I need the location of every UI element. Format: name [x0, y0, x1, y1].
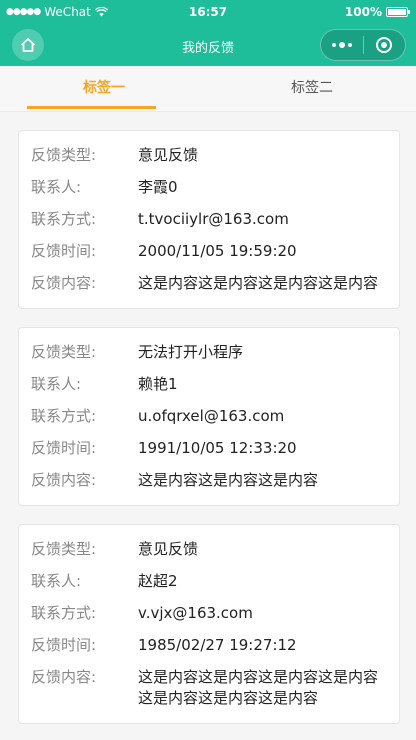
- feedback-card[interactable]: 反馈类型: 意见反馈 联系人: 李霞0 联系方式: t.tvociiylr@16…: [18, 130, 400, 309]
- feedback-card[interactable]: 反馈类型: 意见反馈 联系人: 赵超2 联系方式: v.vjx@163.com …: [18, 524, 400, 724]
- nav-bar: 我的反馈: [0, 26, 416, 66]
- time-row: 反馈时间: 1985/02/27 19:27:12: [31, 635, 387, 656]
- contact-label: 联系人:: [31, 375, 82, 393]
- content-row: 反馈内容: 这是内容这是内容这是内容这是内容这是内容这是内容这是内容: [31, 667, 387, 709]
- tab-label: 标签二: [291, 80, 333, 96]
- content-row: 反馈内容: 这是内容这是内容这是内容这是内容: [31, 273, 387, 294]
- battery-icon: [386, 7, 410, 17]
- time-value: 1991/10/05 12:33:20: [138, 439, 297, 457]
- target-icon: [376, 37, 393, 53]
- method-label: 联系方式:: [31, 210, 97, 228]
- method-value: u.ofqrxel@163.com: [138, 407, 285, 425]
- time-label: 反馈时间:: [31, 439, 97, 457]
- contact-label: 联系人:: [31, 572, 82, 590]
- tab-indicator: [27, 106, 156, 109]
- method-row: 联系方式: v.vjx@163.com: [31, 603, 387, 624]
- type-label: 反馈类型:: [31, 343, 97, 361]
- feedback-list: 反馈类型: 意见反馈 联系人: 李霞0 联系方式: t.tvociiylr@16…: [18, 130, 400, 740]
- contact-value: 赵超2: [138, 572, 178, 590]
- status-bar: ●●●●● WeChat 16:57 100%: [0, 0, 416, 26]
- contact-row: 联系人: 李霞0: [31, 177, 387, 198]
- type-label: 反馈类型:: [31, 146, 97, 164]
- content-value: 这是内容这是内容这是内容这是内容: [138, 274, 379, 292]
- type-value: 无法打开小程序: [138, 343, 244, 361]
- contact-value: 赖艳1: [138, 375, 178, 393]
- time-label: 反馈时间:: [31, 636, 97, 654]
- method-row: 联系方式: u.ofqrxel@163.com: [31, 406, 387, 427]
- contact-value: 李霞0: [138, 178, 178, 196]
- content-value: 这是内容这是内容这是内容这是内容这是内容这是内容这是内容: [138, 668, 379, 707]
- contact-label: 联系人:: [31, 178, 82, 196]
- type-value: 意见反馈: [138, 540, 199, 558]
- dot-icon: [332, 43, 336, 47]
- content-label: 反馈内容:: [31, 471, 97, 489]
- type-row: 反馈类型: 意见反馈: [31, 145, 387, 166]
- mini-program-capsule: [320, 29, 406, 61]
- battery-info: 100%: [344, 5, 410, 19]
- type-row: 反馈类型: 意见反馈: [31, 539, 387, 560]
- dot-icon: [348, 43, 352, 47]
- time-row: 反馈时间: 1991/10/05 12:33:20: [31, 438, 387, 459]
- time-row: 反馈时间: 2000/11/05 19:59:20: [31, 241, 387, 262]
- more-button[interactable]: [321, 30, 363, 60]
- content-value: 这是内容这是内容这是内容: [138, 471, 319, 489]
- method-value: t.tvociiylr@163.com: [138, 210, 289, 228]
- close-button[interactable]: [364, 30, 405, 60]
- tab-label: 标签一: [83, 80, 125, 96]
- type-label: 反馈类型:: [31, 540, 97, 558]
- dot-icon: [339, 42, 345, 48]
- tab-bar: 标签一 标签二: [0, 66, 416, 112]
- type-row: 反馈类型: 无法打开小程序: [31, 342, 387, 363]
- tab-1[interactable]: 标签一: [0, 66, 208, 111]
- type-value: 意见反馈: [138, 146, 199, 164]
- battery-percent: 100%: [344, 5, 382, 19]
- content-label: 反馈内容:: [31, 274, 97, 292]
- method-row: 联系方式: t.tvociiylr@163.com: [31, 209, 387, 230]
- tab-2[interactable]: 标签二: [208, 66, 416, 111]
- method-label: 联系方式:: [31, 604, 97, 622]
- content-label: 反馈内容:: [31, 668, 97, 686]
- time-value: 2000/11/05 19:59:20: [138, 242, 297, 260]
- feedback-card[interactable]: 反馈类型: 无法打开小程序 联系人: 赖艳1 联系方式: u.ofqrxel@1…: [18, 327, 400, 506]
- content-row: 反馈内容: 这是内容这是内容这是内容: [31, 470, 387, 491]
- time-value: 1985/02/27 19:27:12: [138, 636, 297, 654]
- contact-row: 联系人: 赖艳1: [31, 374, 387, 395]
- time-label: 反馈时间:: [31, 242, 97, 260]
- method-label: 联系方式:: [31, 407, 97, 425]
- contact-row: 联系人: 赵超2: [31, 571, 387, 592]
- method-value: v.vjx@163.com: [138, 604, 253, 622]
